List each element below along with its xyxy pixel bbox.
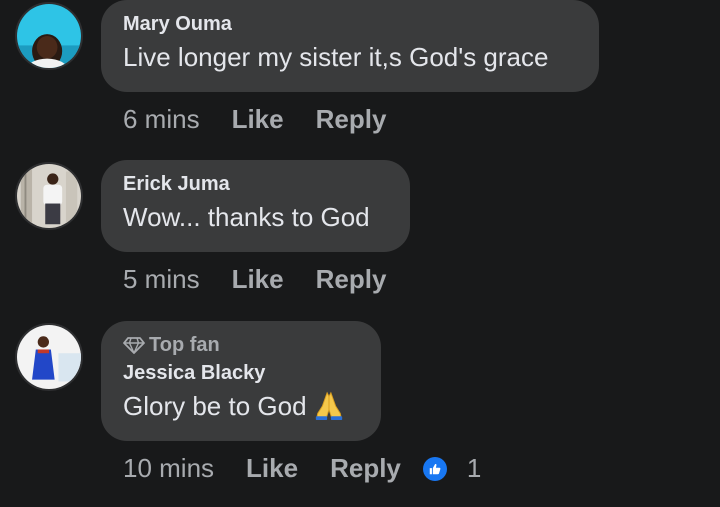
comment-timestamp[interactable]: 5 mins — [123, 264, 200, 295]
comment-author[interactable]: Jessica Blacky — [123, 361, 359, 385]
avatar-image — [17, 325, 81, 389]
top-fan-badge: Top fan — [123, 333, 359, 357]
comment-author[interactable]: Erick Juma — [123, 172, 388, 196]
comment-bubble: Mary Ouma Live longer my sister it,s God… — [101, 0, 599, 92]
reply-button[interactable]: Reply — [316, 264, 387, 295]
comment-text-row: Glory be to God — [123, 389, 359, 429]
avatar[interactable] — [15, 2, 83, 70]
comment-text: Wow... thanks to God — [123, 202, 370, 232]
avatar-image — [17, 4, 81, 68]
avatar[interactable] — [15, 162, 83, 230]
folded-hands-icon — [313, 389, 345, 429]
like-button[interactable]: Like — [232, 264, 284, 295]
reply-button[interactable]: Reply — [330, 453, 401, 484]
avatar-image — [17, 164, 81, 228]
comment-text: Glory be to God — [123, 391, 307, 421]
comment-timestamp[interactable]: 10 mins — [123, 453, 214, 484]
comment-actions: 6 mins Like Reply — [123, 104, 418, 135]
comment-list: Mary Ouma Live longer my sister it,s God… — [0, 0, 720, 507]
comment-timestamp[interactable]: 6 mins — [123, 104, 200, 135]
reply-button[interactable]: Reply — [316, 104, 387, 135]
thumbs-up-icon — [422, 456, 447, 481]
comment-author[interactable]: Mary Ouma — [123, 12, 577, 36]
like-button[interactable]: Like — [232, 104, 284, 135]
reaction-count: 1 — [466, 453, 482, 483]
comment-actions: 5 mins Like Reply — [123, 264, 418, 295]
comment-bubble: Top fan Jessica Blacky Glory be to God — [101, 321, 381, 441]
like-button[interactable]: Like — [246, 453, 298, 484]
top-fan-label: Top fan — [149, 334, 220, 356]
avatar[interactable] — [15, 323, 83, 391]
reaction-summary[interactable]: 1 — [422, 453, 482, 484]
comment-bubble: Erick Juma Wow... thanks to God — [101, 160, 410, 252]
comment-actions: 10 mins Like Reply 1 — [123, 453, 481, 484]
comment-text: Live longer my sister it,s God's grace — [123, 42, 549, 72]
diamond-icon — [123, 336, 145, 354]
